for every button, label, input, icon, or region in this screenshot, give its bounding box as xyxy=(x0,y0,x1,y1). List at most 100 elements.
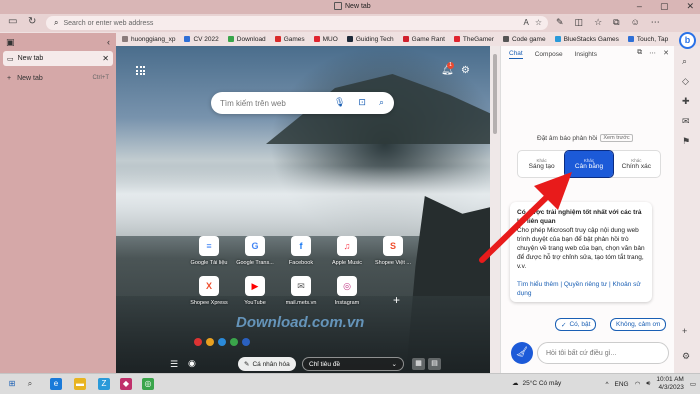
extension-icon[interactable]: ✎ xyxy=(556,17,564,28)
shopping-icon[interactable]: ◇ xyxy=(682,76,689,87)
close-pane-icon[interactable]: ✕ xyxy=(663,49,669,57)
outlook-icon[interactable]: ✉ xyxy=(682,116,690,127)
favorite-link[interactable]: Code game xyxy=(502,36,546,43)
tab-new-tab[interactable]: ▭ New tab ✕ xyxy=(3,51,113,66)
quick-link-tile[interactable]: G Google Trans... xyxy=(232,236,278,266)
tray-chevron-icon[interactable]: ^ xyxy=(605,381,608,388)
quick-link-tile[interactable]: ◎ Instagram xyxy=(324,276,370,306)
more-menu-icon[interactable]: ⋯ xyxy=(651,17,660,28)
favorite-link[interactable]: Game Rant xyxy=(402,36,445,43)
chat-input[interactable]: Hỏi tôi bất cứ điều gì... xyxy=(537,342,669,364)
minimize-icon[interactable]: – xyxy=(637,1,642,12)
quick-link-tile[interactable]: f Facebook xyxy=(278,236,324,266)
privacy-link[interactable]: Quyền riêng tư xyxy=(564,281,607,288)
web-search-box[interactable]: Tìm kiếm trên web 🎙︎ ⊡ ⌕ xyxy=(211,92,394,114)
favorites-icon[interactable]: ☆ xyxy=(594,17,602,28)
chrome-icon[interactable]: ◎ xyxy=(142,378,154,390)
address-placeholder: Search or enter web address xyxy=(63,19,154,27)
tab-chat[interactable]: Chat xyxy=(509,50,523,59)
search-icon[interactable]: ⌕ xyxy=(379,97,384,108)
tab-actions-icon[interactable]: ▣ xyxy=(6,37,15,48)
quick-links: ≡ Google Tài liệu G Google Trans... f Faceboo… xyxy=(186,236,416,306)
search-icon[interactable]: ⌕ xyxy=(24,378,36,390)
start-icon[interactable]: ⊞ xyxy=(6,378,18,390)
hide-icon[interactable]: ◉ xyxy=(188,358,196,369)
more-options-icon[interactable]: ⋯ xyxy=(649,49,656,57)
favorite-link[interactable]: Download xyxy=(227,36,266,43)
tile-label: Shopee Việt ... xyxy=(375,260,411,266)
microphone-icon[interactable]: 🎙︎ xyxy=(334,97,345,108)
file-explorer-icon[interactable]: ▬ xyxy=(74,378,86,390)
decline-button[interactable]: Không, cảm ơn xyxy=(610,318,667,331)
quick-link-tile[interactable]: ≡ Google Tài liệu xyxy=(186,236,232,266)
favorite-link[interactable]: Games xyxy=(274,36,305,43)
close-icon[interactable]: ✕ xyxy=(686,1,694,12)
tab-insights[interactable]: Insights xyxy=(575,51,597,58)
page-settings-gear-icon[interactable]: ⚙ xyxy=(461,65,470,76)
collections-icon[interactable]: ⧉ xyxy=(613,17,619,28)
notification-center-icon[interactable]: ▭ xyxy=(690,380,696,388)
personalize-button[interactable]: ✎ Cá nhân hóa xyxy=(238,357,296,371)
sidebar-toggle-icon[interactable]: ▭ xyxy=(8,16,17,27)
favorite-link[interactable]: CV 2022 xyxy=(184,36,219,43)
close-tab-icon[interactable]: ✕ xyxy=(102,54,109,63)
favorite-star-icon[interactable]: ☆ xyxy=(535,18,542,27)
add-quick-link-icon[interactable]: + xyxy=(393,293,400,307)
settings-gear-icon[interactable]: ⚙ xyxy=(682,351,690,362)
tone-option[interactable]: Khác Cân bằng xyxy=(564,150,614,178)
visual-search-icon[interactable]: ⊡ xyxy=(358,97,366,108)
refresh-icon[interactable]: ↻ xyxy=(28,16,36,27)
learn-more-link[interactable]: Tìm hiểu thêm xyxy=(517,281,559,288)
favorite-link[interactable]: TheGamer xyxy=(453,36,494,43)
app-launcher-icon[interactable] xyxy=(136,66,145,75)
chevron-down-icon: ⌄ xyxy=(391,361,397,368)
language-indicator[interactable]: ENG xyxy=(615,381,629,388)
games-icon[interactable]: ⚑ xyxy=(682,136,690,147)
favorite-link[interactable]: huonggiang_xp xyxy=(122,36,175,43)
open-new-tab-icon[interactable]: ⧉ xyxy=(637,49,642,57)
favorite-link[interactable]: Guiding Tech xyxy=(346,36,394,43)
collapse-chevron-icon[interactable]: ‹ xyxy=(107,37,110,47)
favorite-link[interactable]: MUO xyxy=(313,36,338,43)
tone-option[interactable]: Khác Chính xác xyxy=(613,151,660,177)
site-icon: ◎ xyxy=(337,276,357,296)
window-title: New tab xyxy=(334,2,371,10)
favorite-link[interactable]: Touch, Tap xyxy=(627,36,668,43)
new-tab-button[interactable]: + New tab Ctrl+T xyxy=(0,70,116,86)
new-topic-broom-icon[interactable]: 🧹︎ xyxy=(511,342,533,364)
tools-icon[interactable]: ✚ xyxy=(682,96,690,107)
content-headings-select[interactable]: Chỉ tiêu đề ⌄ xyxy=(302,357,404,371)
favorite-icon xyxy=(627,36,634,42)
list-view-icon[interactable]: ▤ xyxy=(428,358,441,370)
navigation-bar: ▭ ↻ ⌕ Search or enter web address A ☆ ✎ … xyxy=(0,14,700,32)
search-icon[interactable]: ⌕ xyxy=(682,56,687,67)
profile-icon[interactable]: ☺ xyxy=(631,17,640,28)
read-aloud-icon[interactable]: A xyxy=(523,18,528,27)
clock[interactable]: 10:01 AM 4/3/2023 xyxy=(656,376,683,392)
quick-link-tile[interactable]: X Shopee Xpress xyxy=(186,276,232,306)
volume-icon[interactable]: 🔊︎ xyxy=(646,380,650,388)
edge-icon[interactable]: e xyxy=(50,378,62,390)
favorite-link[interactable]: BlueStacks Games xyxy=(554,36,619,43)
quick-link-tile[interactable]: S Shopee Việt ... xyxy=(370,236,416,266)
weather-widget[interactable]: ☁ 25°C Có mây xyxy=(512,379,561,388)
address-bar[interactable]: ⌕ Search or enter web address A ☆ xyxy=(46,16,548,30)
add-app-icon[interactable]: + xyxy=(682,326,687,336)
quick-link-tile[interactable]: ▶ YouTube xyxy=(232,276,278,306)
app-icon[interactable]: ◆ xyxy=(120,378,132,390)
tone-option[interactable]: Khác Sáng tạo xyxy=(518,151,565,177)
bing-chat-icon[interactable]: b xyxy=(679,32,696,49)
network-icon[interactable]: ◠ xyxy=(635,380,641,388)
split-screen-icon[interactable]: ◫ xyxy=(575,17,584,28)
cloud-icon: ☁ xyxy=(512,380,519,387)
notifications-bell-icon[interactable]: 🔔︎ 1 xyxy=(441,62,454,76)
quick-link-tile[interactable]: ♫ Apple Music xyxy=(324,236,370,266)
page-scrollbar[interactable] xyxy=(490,46,500,373)
tab-compose[interactable]: Compose xyxy=(535,51,563,58)
enable-button[interactable]: ✓ Có, bật xyxy=(555,318,597,331)
quick-link-tile[interactable]: ✉ mail.mets.vn xyxy=(278,276,324,306)
zalo-icon[interactable]: Z xyxy=(98,378,110,390)
grid-view-icon[interactable]: ▦ xyxy=(412,358,425,370)
maximize-icon[interactable]: ▢ xyxy=(660,1,669,12)
menu-icon[interactable]: ☰ xyxy=(170,359,178,370)
